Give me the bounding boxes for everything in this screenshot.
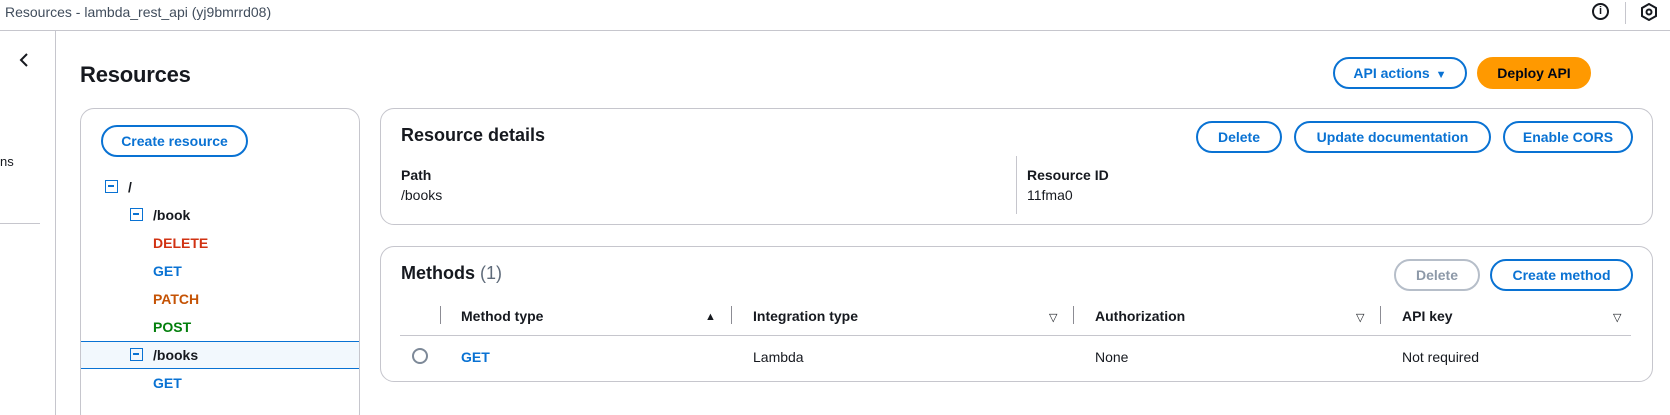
chevron-left-icon[interactable] [16,51,32,69]
details-divider [1016,156,1017,214]
column-separator[interactable] [1073,306,1074,324]
table-header-divider [400,335,1631,336]
nav-item-clipped[interactable]: ns [0,154,14,169]
page-title: Resources [80,62,191,87]
sort-icon[interactable]: ▽ [1049,311,1057,324]
deploy-api-button[interactable]: Deploy API [1477,57,1591,89]
nav-divider [0,223,40,224]
delete-resource-button[interactable]: Delete [1196,121,1282,153]
column-separator[interactable] [731,306,732,324]
api-actions-label: API actions [1353,65,1430,81]
cell-integration-type: Lambda [753,349,804,365]
collapse-icon[interactable] [130,208,143,221]
path-value: /books [401,187,443,203]
enable-cors-button[interactable]: Enable CORS [1503,121,1633,153]
tree-node-label: /book [153,207,191,223]
delete-method-button[interactable]: Delete [1394,259,1480,291]
column-separator [440,306,441,324]
create-resource-button[interactable]: Create resource [101,125,248,157]
side-navigation: ns [0,31,56,415]
caret-down-icon: ▼ [1435,69,1447,81]
tree-node-label: /books [153,347,199,363]
sort-ascending-icon[interactable]: ▲ [705,311,716,323]
row-select-radio[interactable] [412,348,428,364]
column-header-integration-type[interactable]: Integration type [753,308,858,324]
resource-id-value: 11fma0 [1027,187,1073,203]
sort-icon[interactable]: ▽ [1613,311,1621,324]
topbar-divider [1625,2,1626,24]
tree-method-post[interactable]: POST [153,314,191,340]
sort-icon[interactable]: ▽ [1356,311,1364,324]
cell-method-type-link[interactable]: GET [461,349,490,365]
tree-method-get[interactable]: GET [153,258,182,284]
column-header-method-type[interactable]: Method type [461,308,543,324]
path-label: Path [401,167,432,183]
resource-id-label: Resource ID [1027,167,1109,183]
info-icon[interactable]: i [1592,3,1609,20]
top-bar: Resources - lambda_rest_api (yj9bmrrd08)… [0,0,1670,31]
column-separator[interactable] [1380,306,1381,324]
column-header-api-key[interactable]: API key [1402,308,1453,324]
collapse-icon[interactable] [105,180,118,193]
tree-method-delete[interactable]: DELETE [153,230,208,256]
methods-title: Methods (1) [401,263,502,284]
tree-node-root[interactable]: / [105,174,305,200]
create-method-button[interactable]: Create method [1490,259,1633,291]
api-actions-button[interactable]: API actions ▼ [1333,57,1467,89]
resource-details-title: Resource details [401,125,546,145]
column-header-authorization[interactable]: Authorization [1095,308,1185,324]
tree-node-book[interactable]: /book [130,202,330,228]
tree-method-get[interactable]: GET [153,370,182,396]
collapse-icon[interactable] [130,348,143,361]
tree-method-patch[interactable]: PATCH [153,286,199,312]
cell-authorization: None [1095,349,1129,365]
window-title: Resources - lambda_rest_api (yj9bmrrd08) [5,4,272,20]
update-documentation-button[interactable]: Update documentation [1294,121,1491,153]
methods-count: (1) [480,263,503,283]
methods-title-text: Methods [401,263,475,283]
tree-node-books[interactable]: /books [81,341,359,369]
settings-icon[interactable] [1640,3,1658,21]
tree-node-label: / [128,179,132,195]
cell-api-key: Not required [1402,349,1480,365]
